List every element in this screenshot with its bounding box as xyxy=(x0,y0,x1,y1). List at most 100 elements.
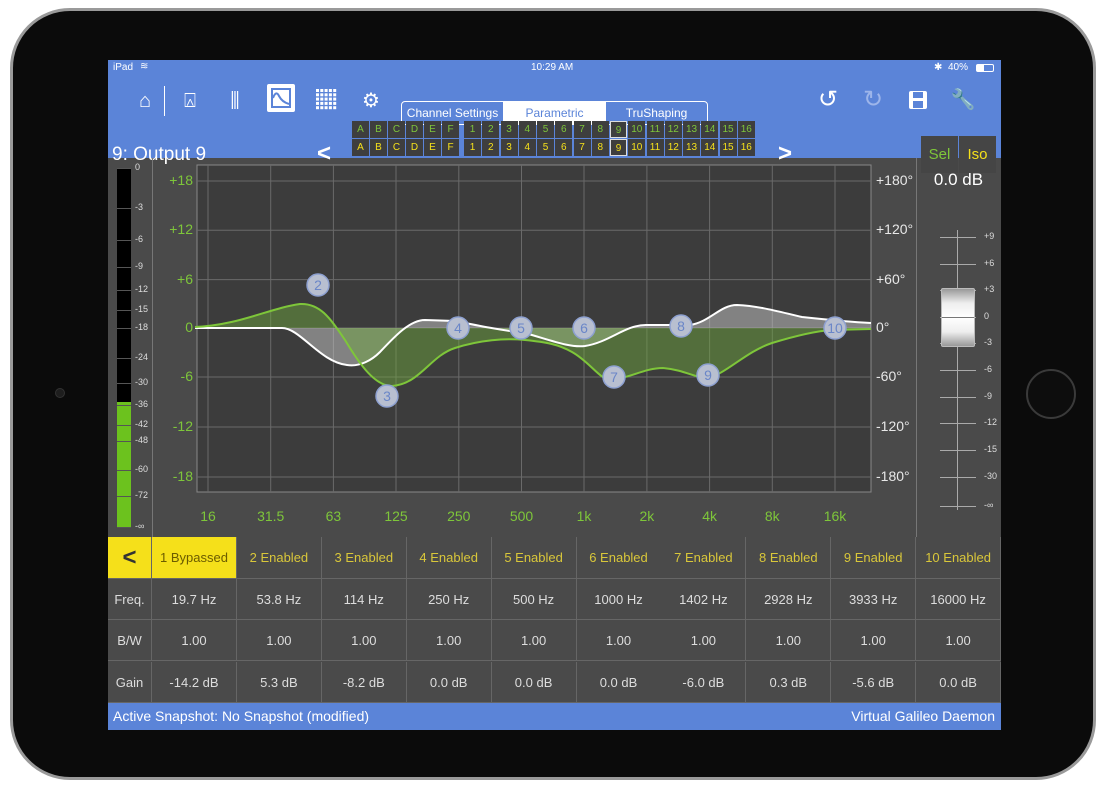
band-freq-cell[interactable]: 53.8 Hz xyxy=(236,579,322,620)
band-freq-cell[interactable]: 250 Hz xyxy=(406,579,492,620)
band-gain-cell[interactable]: -14.2 dB xyxy=(152,661,237,703)
band-freq-cell[interactable]: 2928 Hz xyxy=(746,579,832,620)
channel-cell-13[interactable]: 13 xyxy=(683,139,700,156)
band-gain-cell[interactable]: 0.0 dB xyxy=(406,661,492,703)
channel-cell-13[interactable]: 13 xyxy=(683,121,700,138)
band-node-7[interactable]: 7 xyxy=(602,365,626,389)
band-node-8[interactable]: 8 xyxy=(669,314,693,338)
band-freq-cell[interactable]: 1000 Hz xyxy=(576,579,662,620)
band-bw-cell[interactable]: 1.00 xyxy=(152,620,237,662)
band-status-9[interactable]: 9 Enabled xyxy=(831,537,917,579)
band-node-2[interactable]: 2 xyxy=(306,273,330,297)
band-status-7[interactable]: 7 Enabled xyxy=(661,537,747,579)
channel-cell-16[interactable]: 16 xyxy=(737,139,755,156)
channel-cell-12[interactable]: 12 xyxy=(664,121,682,138)
gears-icon[interactable]: ⚙ xyxy=(357,87,385,115)
grid-icon[interactable] xyxy=(312,85,340,113)
channel-cell-14[interactable]: 14 xyxy=(701,139,719,156)
channel-cell-C[interactable]: C xyxy=(388,139,405,156)
band-gain-cell[interactable]: 5.3 dB xyxy=(236,661,322,703)
channel-cell-F[interactable]: F xyxy=(442,139,459,156)
band-status-2[interactable]: 2 Enabled xyxy=(236,537,322,579)
band-freq-cell[interactable]: 16000 Hz xyxy=(916,579,1001,620)
channel-cell-1[interactable]: 1 xyxy=(464,121,481,138)
band-freq-cell[interactable]: 114 Hz xyxy=(321,579,407,620)
channel-cell-3[interactable]: 3 xyxy=(500,139,518,156)
band-bw-cell[interactable]: 1.00 xyxy=(916,620,1001,662)
channel-cell-D[interactable]: D xyxy=(406,121,423,138)
channel-cell-1[interactable]: 1 xyxy=(464,139,481,156)
channel-cell-3[interactable]: 3 xyxy=(500,121,518,138)
band-node-5[interactable]: 5 xyxy=(509,316,533,340)
band-node-9[interactable]: 9 xyxy=(696,363,720,387)
band-status-1[interactable]: 1 Bypassed xyxy=(152,537,237,579)
band-gain-cell[interactable]: 0.0 dB xyxy=(576,661,662,703)
channel-cell-5[interactable]: 5 xyxy=(537,139,554,156)
band-gain-cell[interactable]: 0.0 dB xyxy=(491,661,577,703)
home-button[interactable] xyxy=(1026,369,1076,419)
band-bw-cell[interactable]: 1.00 xyxy=(236,620,322,662)
channel-cell-15[interactable]: 15 xyxy=(719,121,737,138)
band-freq-cell[interactable]: 19.7 Hz xyxy=(152,579,237,620)
channel-cell-4[interactable]: 4 xyxy=(518,121,536,138)
channel-cell-D[interactable]: D xyxy=(406,139,423,156)
channel-cell-B[interactable]: B xyxy=(370,121,387,138)
undo-icon[interactable]: ↺ xyxy=(814,86,842,114)
eq-curve-icon[interactable] xyxy=(267,84,295,112)
band-bw-cell[interactable]: 1.00 xyxy=(491,620,577,662)
band-status-4[interactable]: 4 Enabled xyxy=(406,537,492,579)
channel-cell-C[interactable]: C xyxy=(388,121,405,138)
band-status-8[interactable]: 8 Enabled xyxy=(746,537,832,579)
channel-cell-9[interactable]: 9 xyxy=(610,139,627,156)
band-status-10[interactable]: 10 Enabled xyxy=(916,537,1001,579)
bands-back-button[interactable]: < xyxy=(108,537,152,579)
band-gain-cell[interactable]: 0.0 dB xyxy=(916,661,1001,703)
channel-cell-9[interactable]: 9 xyxy=(610,121,627,138)
channel-cell-16[interactable]: 16 xyxy=(737,121,755,138)
channel-cell-4[interactable]: 4 xyxy=(518,139,536,156)
home-icon[interactable]: ⌂ xyxy=(131,87,159,115)
channel-cell-2[interactable]: 2 xyxy=(482,139,500,156)
channel-cell-8[interactable]: 8 xyxy=(591,139,609,156)
channel-cell-E[interactable]: E xyxy=(424,121,441,138)
channel-cell-2[interactable]: 2 xyxy=(482,121,500,138)
channel-cell-10[interactable]: 10 xyxy=(628,121,646,138)
band-gain-cell[interactable]: -8.2 dB xyxy=(321,661,407,703)
band-node-3[interactable]: 3 xyxy=(375,384,399,408)
band-status-3[interactable]: 3 Enabled xyxy=(321,537,407,579)
channel-cell-7[interactable]: 7 xyxy=(573,121,591,138)
band-bw-cell[interactable]: 1.00 xyxy=(321,620,407,662)
band-node-6[interactable]: 6 xyxy=(572,316,596,340)
channel-cell-12[interactable]: 12 xyxy=(664,139,682,156)
channel-cell-8[interactable]: 8 xyxy=(591,121,609,138)
channel-cell-B[interactable]: B xyxy=(370,139,387,156)
channel-cell-A[interactable]: A xyxy=(352,121,369,138)
faders-icon[interactable]: ⫼ xyxy=(221,87,249,115)
eq-graph[interactable]: 2 3 4 5 6 7 8 9 10 xyxy=(108,158,916,537)
band-bw-cell[interactable]: 1.00 xyxy=(661,620,747,662)
band-bw-cell[interactable]: 1.00 xyxy=(576,620,662,662)
channel-cell-5[interactable]: 5 xyxy=(537,121,554,138)
band-freq-cell[interactable]: 500 Hz xyxy=(491,579,577,620)
channel-cell-F[interactable]: F xyxy=(442,121,459,138)
band-gain-cell[interactable]: 0.3 dB xyxy=(746,661,832,703)
save-icon[interactable] xyxy=(904,86,932,114)
band-bw-cell[interactable]: 1.00 xyxy=(831,620,917,662)
sel-button[interactable]: Sel xyxy=(921,136,958,173)
channel-cell-6[interactable]: 6 xyxy=(555,121,573,138)
channel-cell-14[interactable]: 14 xyxy=(701,121,719,138)
band-gain-cell[interactable]: -6.0 dB xyxy=(661,661,747,703)
channel-cell-11[interactable]: 11 xyxy=(646,121,664,138)
band-status-5[interactable]: 5 Enabled xyxy=(491,537,577,579)
band-bw-cell[interactable]: 1.00 xyxy=(746,620,832,662)
channel-cell-10[interactable]: 10 xyxy=(628,139,646,156)
band-bw-cell[interactable]: 1.00 xyxy=(406,620,492,662)
channel-cell-A[interactable]: A xyxy=(352,139,369,156)
channel-cell-E[interactable]: E xyxy=(424,139,441,156)
band-node-4[interactable]: 4 xyxy=(446,316,470,340)
channel-cell-6[interactable]: 6 xyxy=(555,139,573,156)
fader-handle[interactable] xyxy=(941,288,975,347)
location-pin-icon[interactable]: ⍓ xyxy=(176,87,204,115)
redo-icon[interactable]: ↻ xyxy=(859,86,887,114)
channel-cell-11[interactable]: 11 xyxy=(646,139,664,156)
